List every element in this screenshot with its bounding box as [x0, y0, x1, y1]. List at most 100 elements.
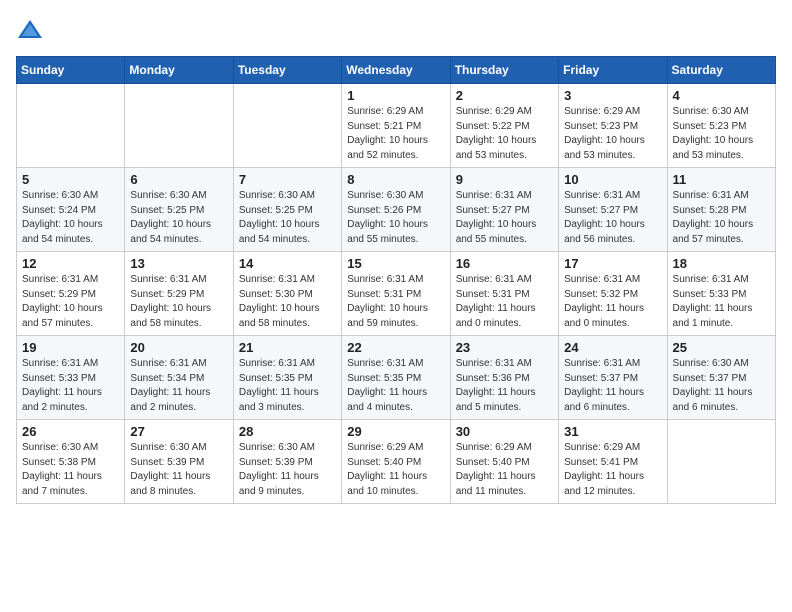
day-info: Sunrise: 6:30 AM Sunset: 5:39 PM Dayligh…: [130, 441, 227, 499]
header-cell-friday: Friday: [559, 57, 667, 84]
day-cell: 17 Sunrise: 6:31 AM Sunset: 5:32 PM Dayli…: [559, 252, 667, 336]
day-cell: 26 Sunrise: 6:30 AM Sunset: 5:38 PM Dayli…: [17, 420, 125, 504]
day-info: Sunrise: 6:31 AM Sunset: 5:28 PM Dayligh…: [673, 189, 770, 247]
day-info: Sunrise: 6:30 AM Sunset: 5:37 PM Dayligh…: [673, 357, 770, 415]
day-info: Sunrise: 6:30 AM Sunset: 5:38 PM Dayligh…: [22, 441, 119, 499]
week-row-5: 26 Sunrise: 6:30 AM Sunset: 5:38 PM Dayli…: [17, 420, 776, 504]
day-number: 18: [673, 256, 770, 271]
day-cell: 1Sunrise: 6:29 AM Sunset: 5:21 PM Daylig…: [342, 84, 450, 168]
day-cell: [233, 84, 341, 168]
calendar-table: SundayMondayTuesdayWednesdayThursdayFrid…: [16, 56, 776, 504]
day-cell: 30 Sunrise: 6:29 AM Sunset: 5:40 PM Dayli…: [450, 420, 558, 504]
day-cell: 23Sunrise: 6:31 AM Sunset: 5:36 PM Dayli…: [450, 336, 558, 420]
day-cell: 3 Sunrise: 6:29 AM Sunset: 5:23 PM Daylig…: [559, 84, 667, 168]
day-number: 13: [130, 256, 227, 271]
day-info: Sunrise: 6:31 AM Sunset: 5:33 PM Dayligh…: [22, 357, 119, 415]
day-number: 3: [564, 88, 661, 103]
day-info: Sunrise: 6:30 AM Sunset: 5:24 PM Dayligh…: [22, 189, 119, 247]
header-cell-sunday: Sunday: [17, 57, 125, 84]
day-number: 16: [456, 256, 553, 271]
header-cell-wednesday: Wednesday: [342, 57, 450, 84]
day-cell: [17, 84, 125, 168]
day-number: 30: [456, 424, 553, 439]
day-number: 9: [456, 172, 553, 187]
day-number: 2: [456, 88, 553, 103]
day-number: 5: [22, 172, 119, 187]
day-number: 17: [564, 256, 661, 271]
day-cell: 2 Sunrise: 6:29 AM Sunset: 5:22 PM Daylig…: [450, 84, 558, 168]
day-cell: 28 Sunrise: 6:30 AM Sunset: 5:39 PM Dayli…: [233, 420, 341, 504]
day-cell: 11Sunrise: 6:31 AM Sunset: 5:28 PM Dayli…: [667, 168, 775, 252]
day-number: 25: [673, 340, 770, 355]
day-info: Sunrise: 6:30 AM Sunset: 5:25 PM Dayligh…: [239, 189, 336, 247]
day-cell: 16 Sunrise: 6:31 AM Sunset: 5:31 PM Dayli…: [450, 252, 558, 336]
day-info: Sunrise: 6:29 AM Sunset: 5:40 PM Dayligh…: [347, 441, 444, 499]
day-info: Sunrise: 6:30 AM Sunset: 5:25 PM Dayligh…: [130, 189, 227, 247]
day-cell: 12 Sunrise: 6:31 AM Sunset: 5:29 PM Dayli…: [17, 252, 125, 336]
day-info: Sunrise: 6:31 AM Sunset: 5:31 PM Dayligh…: [456, 273, 553, 331]
day-cell: 14Sunrise: 6:31 AM Sunset: 5:30 PM Dayli…: [233, 252, 341, 336]
day-cell: 27 Sunrise: 6:30 AM Sunset: 5:39 PM Dayli…: [125, 420, 233, 504]
day-info: Sunrise: 6:30 AM Sunset: 5:26 PM Dayligh…: [347, 189, 444, 247]
day-info: Sunrise: 6:29 AM Sunset: 5:23 PM Dayligh…: [564, 105, 661, 163]
week-row-2: 5 Sunrise: 6:30 AM Sunset: 5:24 PM Daylig…: [17, 168, 776, 252]
day-info: Sunrise: 6:31 AM Sunset: 5:36 PM Dayligh…: [456, 357, 553, 415]
day-info: Sunrise: 6:31 AM Sunset: 5:33 PM Dayligh…: [673, 273, 770, 331]
day-info: Sunrise: 6:31 AM Sunset: 5:34 PM Dayligh…: [130, 357, 227, 415]
day-info: Sunrise: 6:31 AM Sunset: 5:32 PM Dayligh…: [564, 273, 661, 331]
day-info: Sunrise: 6:31 AM Sunset: 5:31 PM Dayligh…: [347, 273, 444, 331]
day-number: 10: [564, 172, 661, 187]
day-info: Sunrise: 6:30 AM Sunset: 5:39 PM Dayligh…: [239, 441, 336, 499]
day-info: Sunrise: 6:31 AM Sunset: 5:29 PM Dayligh…: [130, 273, 227, 331]
day-number: 21: [239, 340, 336, 355]
header-cell-monday: Monday: [125, 57, 233, 84]
day-number: 15: [347, 256, 444, 271]
day-number: 22: [347, 340, 444, 355]
day-info: Sunrise: 6:31 AM Sunset: 5:30 PM Dayligh…: [239, 273, 336, 331]
day-info: Sunrise: 6:29 AM Sunset: 5:21 PM Dayligh…: [347, 105, 444, 163]
day-cell: 10 Sunrise: 6:31 AM Sunset: 5:27 PM Dayli…: [559, 168, 667, 252]
day-cell: 9 Sunrise: 6:31 AM Sunset: 5:27 PM Daylig…: [450, 168, 558, 252]
day-number: 29: [347, 424, 444, 439]
day-info: Sunrise: 6:31 AM Sunset: 5:27 PM Dayligh…: [564, 189, 661, 247]
day-number: 26: [22, 424, 119, 439]
day-number: 20: [130, 340, 227, 355]
day-cell: 6Sunrise: 6:30 AM Sunset: 5:25 PM Daylig…: [125, 168, 233, 252]
day-cell: [667, 420, 775, 504]
day-info: Sunrise: 6:31 AM Sunset: 5:37 PM Dayligh…: [564, 357, 661, 415]
week-row-3: 12 Sunrise: 6:31 AM Sunset: 5:29 PM Dayli…: [17, 252, 776, 336]
day-cell: 19 Sunrise: 6:31 AM Sunset: 5:33 PM Dayli…: [17, 336, 125, 420]
day-cell: 13 Sunrise: 6:31 AM Sunset: 5:29 PM Dayli…: [125, 252, 233, 336]
day-number: 4: [673, 88, 770, 103]
day-cell: 18 Sunrise: 6:31 AM Sunset: 5:33 PM Dayli…: [667, 252, 775, 336]
day-number: 19: [22, 340, 119, 355]
day-number: 27: [130, 424, 227, 439]
day-info: Sunrise: 6:29 AM Sunset: 5:41 PM Dayligh…: [564, 441, 661, 499]
day-cell: 29 Sunrise: 6:29 AM Sunset: 5:40 PM Dayli…: [342, 420, 450, 504]
day-cell: 20 Sunrise: 6:31 AM Sunset: 5:34 PM Dayli…: [125, 336, 233, 420]
day-cell: 8 Sunrise: 6:30 AM Sunset: 5:26 PM Daylig…: [342, 168, 450, 252]
week-row-4: 19 Sunrise: 6:31 AM Sunset: 5:33 PM Dayli…: [17, 336, 776, 420]
day-info: Sunrise: 6:29 AM Sunset: 5:22 PM Dayligh…: [456, 105, 553, 163]
day-cell: 4Sunrise: 6:30 AM Sunset: 5:23 PM Daylig…: [667, 84, 775, 168]
day-cell: 25 Sunrise: 6:30 AM Sunset: 5:37 PM Dayli…: [667, 336, 775, 420]
day-info: Sunrise: 6:31 AM Sunset: 5:35 PM Dayligh…: [347, 357, 444, 415]
day-number: 31: [564, 424, 661, 439]
day-number: 24: [564, 340, 661, 355]
day-cell: 22 Sunrise: 6:31 AM Sunset: 5:35 PM Dayli…: [342, 336, 450, 420]
day-cell: [125, 84, 233, 168]
day-number: 8: [347, 172, 444, 187]
day-number: 28: [239, 424, 336, 439]
day-info: Sunrise: 6:31 AM Sunset: 5:29 PM Dayligh…: [22, 273, 119, 331]
day-info: Sunrise: 6:31 AM Sunset: 5:35 PM Dayligh…: [239, 357, 336, 415]
day-cell: 31 Sunrise: 6:29 AM Sunset: 5:41 PM Dayli…: [559, 420, 667, 504]
day-info: Sunrise: 6:31 AM Sunset: 5:27 PM Dayligh…: [456, 189, 553, 247]
logo-icon: [16, 16, 44, 44]
header-cell-saturday: Saturday: [667, 57, 775, 84]
day-cell: 7Sunrise: 6:30 AM Sunset: 5:25 PM Daylig…: [233, 168, 341, 252]
day-number: 12: [22, 256, 119, 271]
day-cell: 15 Sunrise: 6:31 AM Sunset: 5:31 PM Dayli…: [342, 252, 450, 336]
day-info: Sunrise: 6:29 AM Sunset: 5:40 PM Dayligh…: [456, 441, 553, 499]
logo: [16, 16, 48, 44]
day-cell: 5 Sunrise: 6:30 AM Sunset: 5:24 PM Daylig…: [17, 168, 125, 252]
